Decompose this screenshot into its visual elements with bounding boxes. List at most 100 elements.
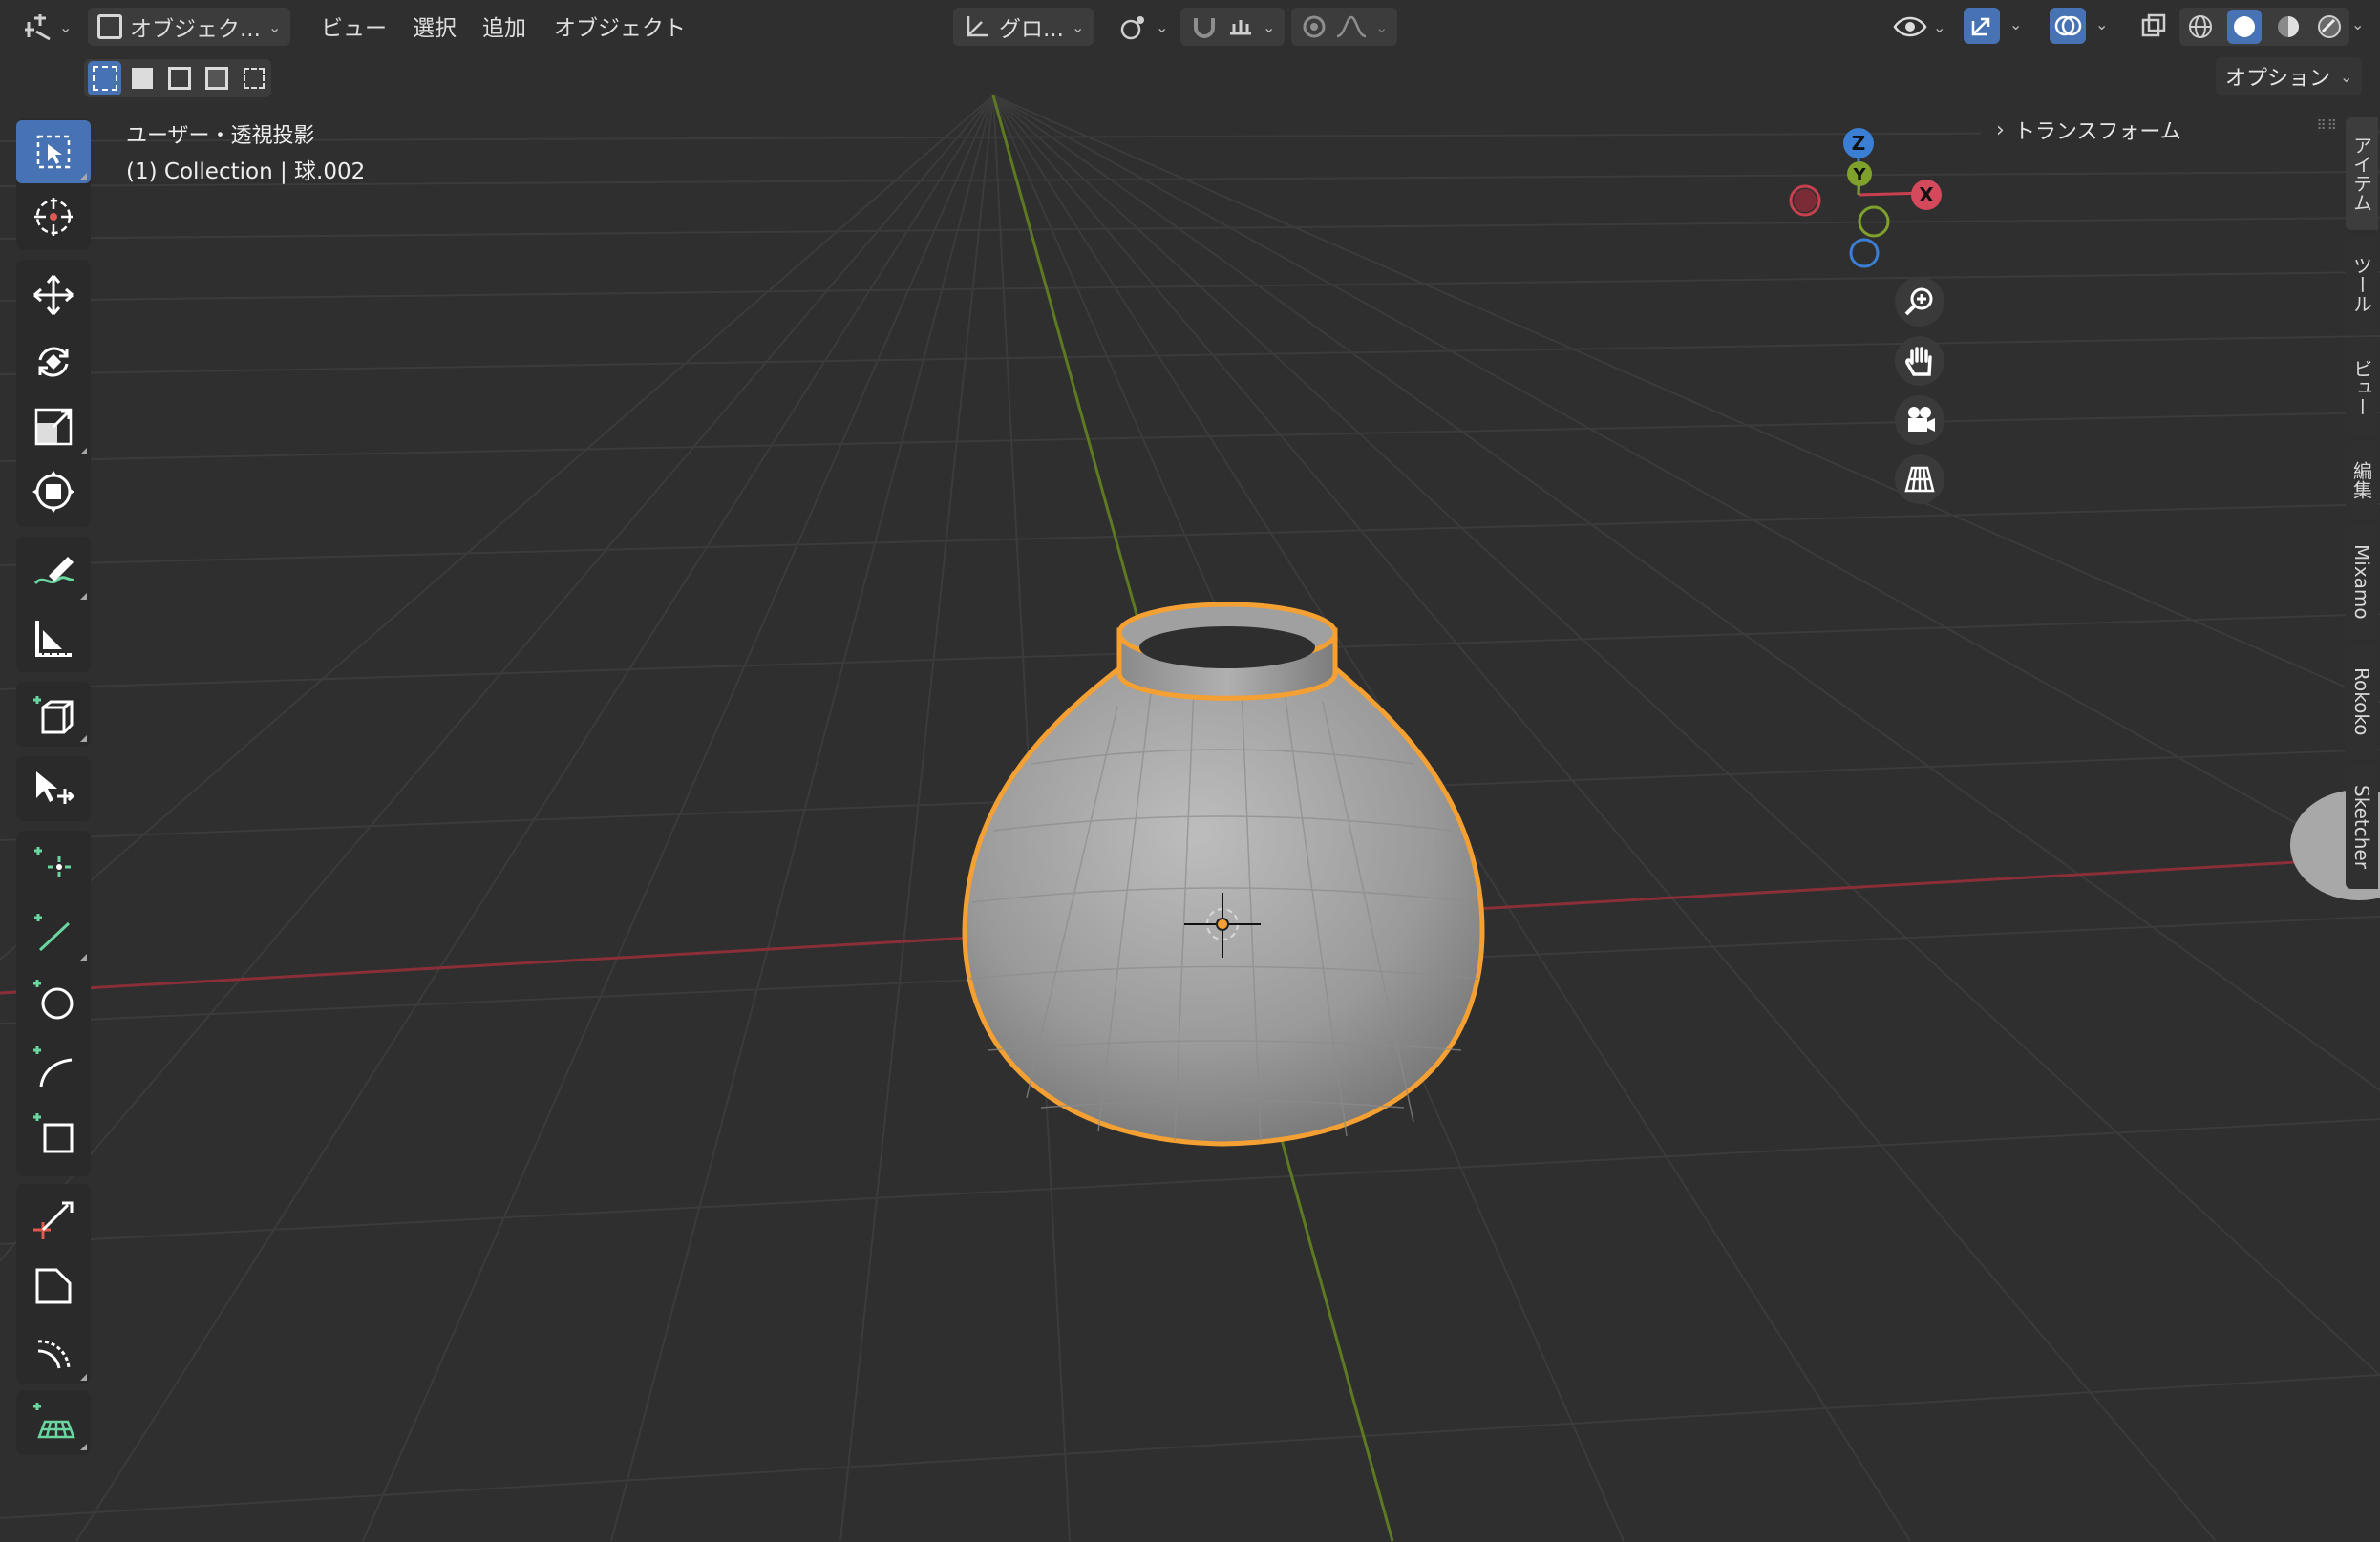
chevron-down-icon: ⌄ [1375,17,1389,36]
scale-tool[interactable] [16,395,91,458]
tab-edit[interactable]: 編集 [2346,442,2378,518]
drag-handle-icon[interactable]: ⠿⠿ [2316,118,2338,134]
select-new-icon [92,66,117,91]
add-circle-tool[interactable] [16,968,91,1031]
tab-tool-label: ツール [2349,256,2373,313]
select-invert-button[interactable] [201,61,234,95]
wireframe-shading-icon[interactable] [2186,12,2215,41]
rotate-tool[interactable] [16,330,91,393]
select-box-icon [36,135,71,169]
3d-viewport[interactable] [0,0,2380,1541]
select-subtract-button[interactable] [162,61,196,95]
camera-view-button[interactable] [1895,395,1944,445]
tab-item[interactable]: アイテム [2346,117,2378,230]
tool-group-add-cube [16,682,91,747]
perspective-grid-icon [1904,466,1935,493]
add-point-icon [34,847,71,877]
bevel-tool[interactable] [16,1255,91,1318]
measure-tool[interactable] [16,607,91,670]
select-new-button[interactable] [88,61,122,95]
mode-label: オブジェク... [130,17,261,42]
add-line-icon [34,914,71,952]
view-name: ユーザー・透視投影 [126,124,315,148]
tab-item-label: アイテム [2349,136,2373,212]
add-grid-icon [33,1403,75,1439]
add-cube-tool[interactable] [16,683,91,746]
selection-to-active-tool[interactable] [16,757,91,820]
chevron-down-icon[interactable]: ⌄ [2095,15,2108,33]
add-circle-icon [33,980,74,1020]
chevron-down-icon[interactable]: ⌄ [2351,15,2364,33]
annotate-tool[interactable] [16,540,91,603]
transform-icon [32,471,74,513]
menu-add[interactable]: 追加 [482,10,526,42]
options-dropdown[interactable]: オプション ⌄ [2216,57,2363,95]
transform-orientation-dropdown[interactable]: グロ... ⌄ [953,8,1094,46]
pan-button[interactable] [1895,336,1944,386]
menu-select[interactable]: 選択 [413,10,457,42]
move-icon [33,275,74,315]
mode-dropdown[interactable]: オブジェク... ⌄ [88,8,291,46]
proportional-edit-icon [1303,15,1326,38]
visibility-dropdown[interactable]: ⌄ [1893,8,1945,46]
hand-icon [1905,347,1932,376]
navigation-gizmo[interactable]: Z X Y [1776,118,1967,281]
gizmo-x-label: X [1919,183,1934,206]
transform-tool[interactable] [16,460,91,523]
viewport-scene [0,0,2380,1541]
tab-rokoko[interactable]: Rokoko [2346,644,2378,759]
select-intersect-button[interactable] [238,61,271,95]
cursor-icon [34,198,73,236]
menu-view[interactable]: ビュー [321,10,387,42]
overlays-toggle[interactable] [2050,8,2086,44]
magnet-icon [1194,18,1215,38]
falloff-curve-icon [1336,15,1367,38]
tab-mixamo[interactable]: Mixamo [2346,524,2378,639]
tab-sketcher-label: Sketcher [2350,785,2373,869]
tab-view[interactable]: ビュー [2346,339,2378,436]
orientation-axes-icon [967,16,988,37]
pivot-icon [1120,16,1144,40]
neg-z-handle [1849,238,1880,268]
add-line-tool[interactable] [16,901,91,964]
select-extend-button[interactable] [125,61,159,95]
xray-toggle[interactable] [2136,8,2172,44]
rendered-shading-icon[interactable] [2315,12,2344,41]
add-point-tool[interactable] [16,834,91,898]
viewport-header: ⌄ オブジェク... ⌄ ビュー 選択 追加 オブジェクト グロ... ⌄ ⌄ … [0,0,2380,52]
solid-shading-icon [2233,16,2255,37]
add-grid-tool[interactable] [16,1391,91,1454]
camera-icon [1908,407,1935,432]
add-rectangle-tool[interactable] [16,1102,91,1165]
move-tool[interactable] [16,264,91,327]
knife-tool[interactable] [16,1188,91,1251]
solid-shading-button[interactable] [2226,10,2262,44]
chevron-down-icon: ⌄ [59,17,73,36]
gizmo-toggle[interactable] [1964,8,2000,44]
tab-tool[interactable]: ツール [2346,236,2378,333]
add-arc-tool[interactable] [16,1035,91,1098]
proportional-edit-toggle[interactable]: ⌄ [1291,8,1398,46]
spin-tool[interactable] [16,1321,91,1384]
gizmo-z-label: Z [1852,132,1866,155]
tab-view-label: ビュー [2349,359,2373,416]
knife-icon [33,1201,74,1239]
perspective-toggle-button[interactable] [1895,454,1944,504]
select-box-tool[interactable] [16,120,91,183]
collection-info: (1) Collection | 球.002 [126,159,366,184]
pivot-point-dropdown[interactable]: ⌄ [1117,8,1168,46]
material-preview-icon[interactable] [2274,12,2303,41]
chevron-down-icon[interactable]: ⌄ [2009,15,2022,33]
menu-object[interactable]: オブジェクト [554,10,686,42]
zoom-button[interactable] [1895,277,1944,327]
orientation-label: グロ... [999,17,1064,42]
tab-sketcher[interactable]: Sketcher [2346,765,2378,889]
selection-to-active-icon [36,771,75,804]
sidebar-tabs: アイテム ツール ビュー 編集 Mixamo Rokoko Sketcher [2342,110,2380,1542]
chevron-down-icon: ⌄ [1071,17,1085,36]
cursor-tool[interactable] [16,185,91,248]
snap-toggle[interactable]: ⌄ [1180,8,1286,46]
tool-group-add-grid [16,1390,91,1455]
editor-type-button[interactable]: ⌄ [21,8,72,46]
transform-panel-header[interactable]: › トランスフォーム ⠿⠿ [1981,107,2351,153]
